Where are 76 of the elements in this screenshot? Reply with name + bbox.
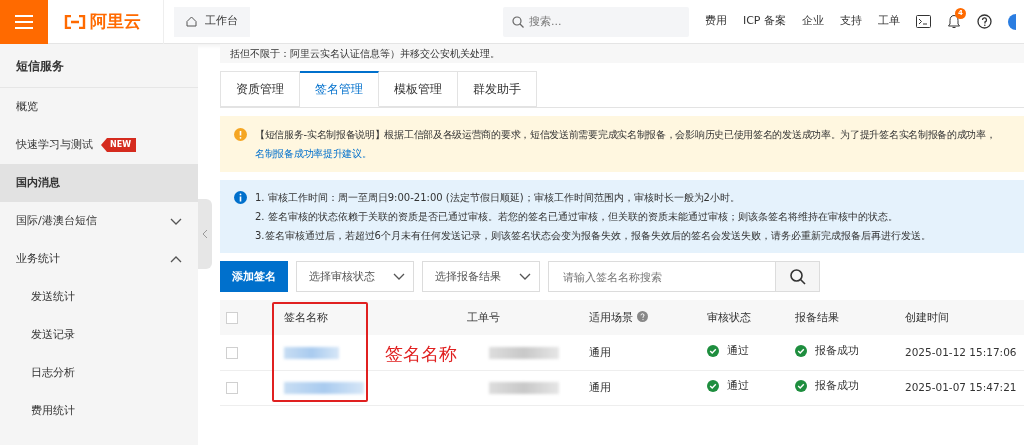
avatar-icon[interactable]	[1008, 13, 1016, 30]
column-header: 创建时间	[905, 310, 949, 323]
search-button[interactable]	[776, 261, 820, 293]
header-link[interactable]: 工单	[878, 13, 900, 30]
tab[interactable]: 模板管理	[379, 71, 458, 108]
column-header: 工单号	[467, 310, 500, 323]
collapse-handle[interactable]	[198, 199, 212, 269]
column-header: 报备结果	[795, 310, 839, 323]
info-icon	[234, 191, 247, 205]
column-header: 适用场景	[589, 310, 633, 323]
sidebar-item[interactable]: 发送记录	[0, 316, 198, 354]
logo-icon	[64, 14, 86, 29]
help-icon[interactable]	[977, 14, 992, 29]
search-field[interactable]: 搜索...	[502, 6, 689, 37]
add-signature-button[interactable]: 添加签名	[220, 261, 288, 293]
check-circle-icon	[795, 345, 807, 358]
redacted-number	[489, 346, 559, 359]
help-icon	[637, 310, 648, 322]
checkbox[interactable]	[226, 311, 238, 324]
column-header: 审核状态	[707, 310, 751, 323]
search-icon	[511, 15, 524, 28]
checkbox[interactable]	[226, 381, 238, 394]
status-text: 报备成功	[815, 378, 859, 394]
search-field[interactable]: 请输入签名名称搜索	[548, 261, 776, 293]
warning-text: 【短信服务-实名制报备说明】根据工信部及各级运营商的要求，短信发送前需要完成实名制报备，会影响历史已使用签名的发送成功率。为了提升签名实名制报备的成功率，	[255, 128, 996, 143]
sidebar-item[interactable]: 国内消息	[0, 164, 198, 202]
home-icon	[186, 16, 197, 27]
redacted-number	[489, 381, 559, 394]
status-text: 通过	[727, 343, 749, 359]
bell-icon[interactable]	[947, 14, 961, 29]
check-circle-icon	[795, 380, 807, 393]
header-link[interactable]: 支持	[840, 13, 862, 30]
menu-icon	[15, 14, 33, 29]
sidebar-item[interactable]: 费用统计	[0, 392, 198, 430]
terminal-icon[interactable]	[916, 15, 931, 28]
tab[interactable]: 签名管理	[300, 71, 379, 108]
chevron-left-icon	[202, 229, 208, 239]
sidebar-title: 短信服务	[0, 44, 198, 88]
table-cell: 通用	[589, 380, 611, 393]
table-cell: 2025-01-07 15:47:21	[905, 380, 1017, 393]
filter-dropdown[interactable]: 选择报备结果	[422, 261, 540, 293]
sidebar-item[interactable]: 日志分析	[0, 354, 198, 392]
sidebar-item-label[interactable]: 快速学习与测试	[16, 136, 93, 154]
warning-link[interactable]: 名制报备成功率提升建议。	[255, 144, 372, 164]
check-circle-icon	[707, 380, 719, 393]
checkbox[interactable]	[226, 346, 238, 359]
workbench-button[interactable]: 工作台	[174, 6, 250, 37]
logo-text: 阿里云	[90, 9, 141, 33]
column-header: 签名名称	[284, 310, 328, 323]
header-link[interactable]: 企业	[802, 13, 824, 30]
redacted-name	[284, 346, 339, 359]
info-text: 1. 审核工作时间：周一至周日9:00-21:00 (法定节假日顺延)；审核工作时间范围内，审核时长一般为2小时。	[255, 191, 741, 206]
sidebar-item[interactable]: 发送统计	[0, 278, 198, 316]
tab[interactable]: 资质管理	[220, 71, 300, 108]
annotation-text: 签名名称	[385, 342, 457, 367]
table-cell: 2025-01-12 15:17:06	[905, 345, 1017, 358]
new-tag: NEW	[101, 138, 136, 152]
table-cell: 通用	[589, 345, 611, 358]
status-text: 通过	[727, 378, 749, 394]
info-text: 2. 签名审核的状态依赖于关联的资质是否已通过审核。若您的签名已通过审核，但关联的资质未能通过审核；则该条签名将维持在审核中的状态。	[255, 210, 899, 225]
filter-dropdown[interactable]: 选择审核状态	[296, 261, 414, 293]
check-circle-icon	[707, 345, 719, 358]
sidebar-item[interactable]: 概览	[0, 88, 198, 126]
sidebar-item-label[interactable]: 业务统计	[16, 250, 60, 268]
status-text: 报备成功	[815, 343, 859, 359]
notice-text: 括但不限于：阿里云实名认证信息等）并移交公安机关处理。	[220, 44, 1024, 63]
info-text: 3.签名审核通过后，若超过6个月未有任何发送记录，则该签名状态会变为报备失效，报备失效后的签名会发送失败，请务必重新完成报备后再进行发送。	[255, 229, 931, 244]
tab[interactable]: 群发助手	[458, 71, 537, 108]
sidebar-item-label[interactable]: 国际/港澳台短信	[16, 212, 97, 230]
chevron-down-icon	[519, 273, 531, 281]
header-link[interactable]: ICP 备案	[742, 13, 786, 30]
header-link[interactable]: 费用	[704, 13, 727, 30]
chevron-down-icon	[393, 273, 405, 281]
search-icon	[789, 268, 806, 285]
warning-icon	[234, 128, 247, 142]
menu-button[interactable]	[0, 0, 48, 44]
